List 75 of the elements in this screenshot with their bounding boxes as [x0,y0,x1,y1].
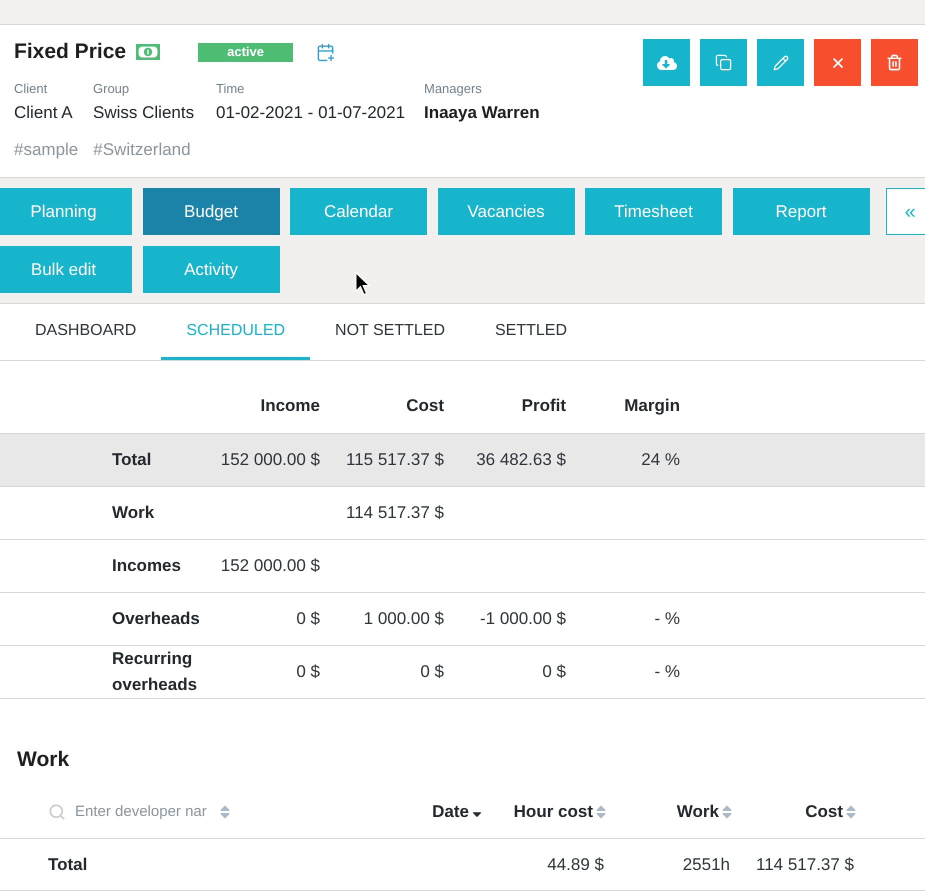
module-button[interactable]: Budget [142,188,280,235]
table-cell-text: 1 000.00 $ [362,608,444,630]
column-header[interactable]: Cost [734,799,858,825]
column-header: Profit [520,395,566,418]
field-value: Inaaya Warren [424,102,540,124]
copy-button[interactable] [700,39,747,86]
close-button[interactable] [814,39,861,86]
table-cell-text: 24 % [640,449,680,472]
module-button[interactable]: Timesheet [585,188,722,235]
status-badge: active [198,42,294,62]
module-button[interactable]: Calendar [290,188,427,235]
field-label: Group [93,81,130,97]
sort-icon[interactable] [596,804,606,820]
sort-icon[interactable] [722,804,732,820]
tab[interactable]: NOT SETTLED [310,304,470,360]
table-cell-text: 0 $ [295,661,320,684]
field-label: Time [216,81,246,97]
module-button[interactable]: Vacancies [438,188,574,235]
row-label: Recurring overheads [112,648,198,696]
tab[interactable]: SCHEDULED [161,304,310,360]
table-cell-text: - % [654,608,680,630]
table-cell-text: 114 517.37 $ [345,502,444,524]
field-value: Client A [14,102,74,124]
module-button[interactable]: Planning [0,188,132,235]
search-icon [48,803,66,821]
table-cell-text: 2551h [682,854,731,876]
copy-icon [715,54,732,71]
edit-button[interactable] [757,39,804,86]
section-title: Work [16,747,70,773]
row-label: Incomes [112,555,182,577]
column-header: Income [259,395,320,418]
row-label: Total [112,449,152,471]
mouse-pointer-icon [355,272,370,296]
table-cell-text: 152 000.00 $ [220,449,320,472]
tag-link[interactable]: #Switzerland [93,138,191,162]
collapse-button[interactable]: « [886,188,925,235]
sort-icon[interactable] [220,804,230,820]
field-label: Managers [424,81,483,97]
table-cell-text: 114 517.37 $ [755,854,855,876]
field-value: Swiss Clients [93,102,196,124]
field-value: 01-02-2021 - 01-07-2021 [216,102,406,124]
row-label: Work [112,502,156,524]
column-header[interactable]: Hour cost [484,799,608,825]
tag-link[interactable]: #sample [14,138,78,162]
tab[interactable]: DASHBOARD [10,304,162,360]
download-button[interactable] [643,39,690,86]
column-header: Margin [623,395,680,418]
banknote-icon [136,44,160,60]
project-title: Fixed Price [14,39,126,65]
table-cell-text: 44.89 $ [546,854,605,876]
table-cell-text: 152 000.00 $ [220,555,320,578]
column-header[interactable]: Date [400,799,484,825]
column-header: Cost [405,395,444,418]
pencil-icon [772,54,788,70]
table-cell-text: 0 $ [541,661,566,684]
row-label: Total [48,854,88,876]
module-button[interactable]: Report [732,188,870,235]
delete-button[interactable] [871,39,918,86]
column-header[interactable]: Work [608,799,734,825]
table-cell-text: 115 517.37 $ [345,449,444,472]
module-button[interactable]: Activity [142,246,280,293]
table-cell-text: 0 $ [295,608,320,630]
field-label: Client [14,81,48,97]
trash-icon [886,54,903,71]
table-cell-text: - % [654,661,680,684]
tab[interactable]: SETTLED [470,304,592,360]
table-cell-text: -1 000.00 $ [478,608,566,630]
cloud-download-icon [656,54,676,70]
calendar-plus-icon[interactable] [316,42,336,62]
row-label: Overheads [112,608,201,630]
sort-icon[interactable] [846,804,856,820]
module-button[interactable]: Bulk edit [0,246,132,293]
table-cell-text: 36 482.63 $ [475,449,566,472]
table-cell-text: 0 $ [419,661,444,684]
search-field[interactable]: Enter developer nar [75,800,213,824]
